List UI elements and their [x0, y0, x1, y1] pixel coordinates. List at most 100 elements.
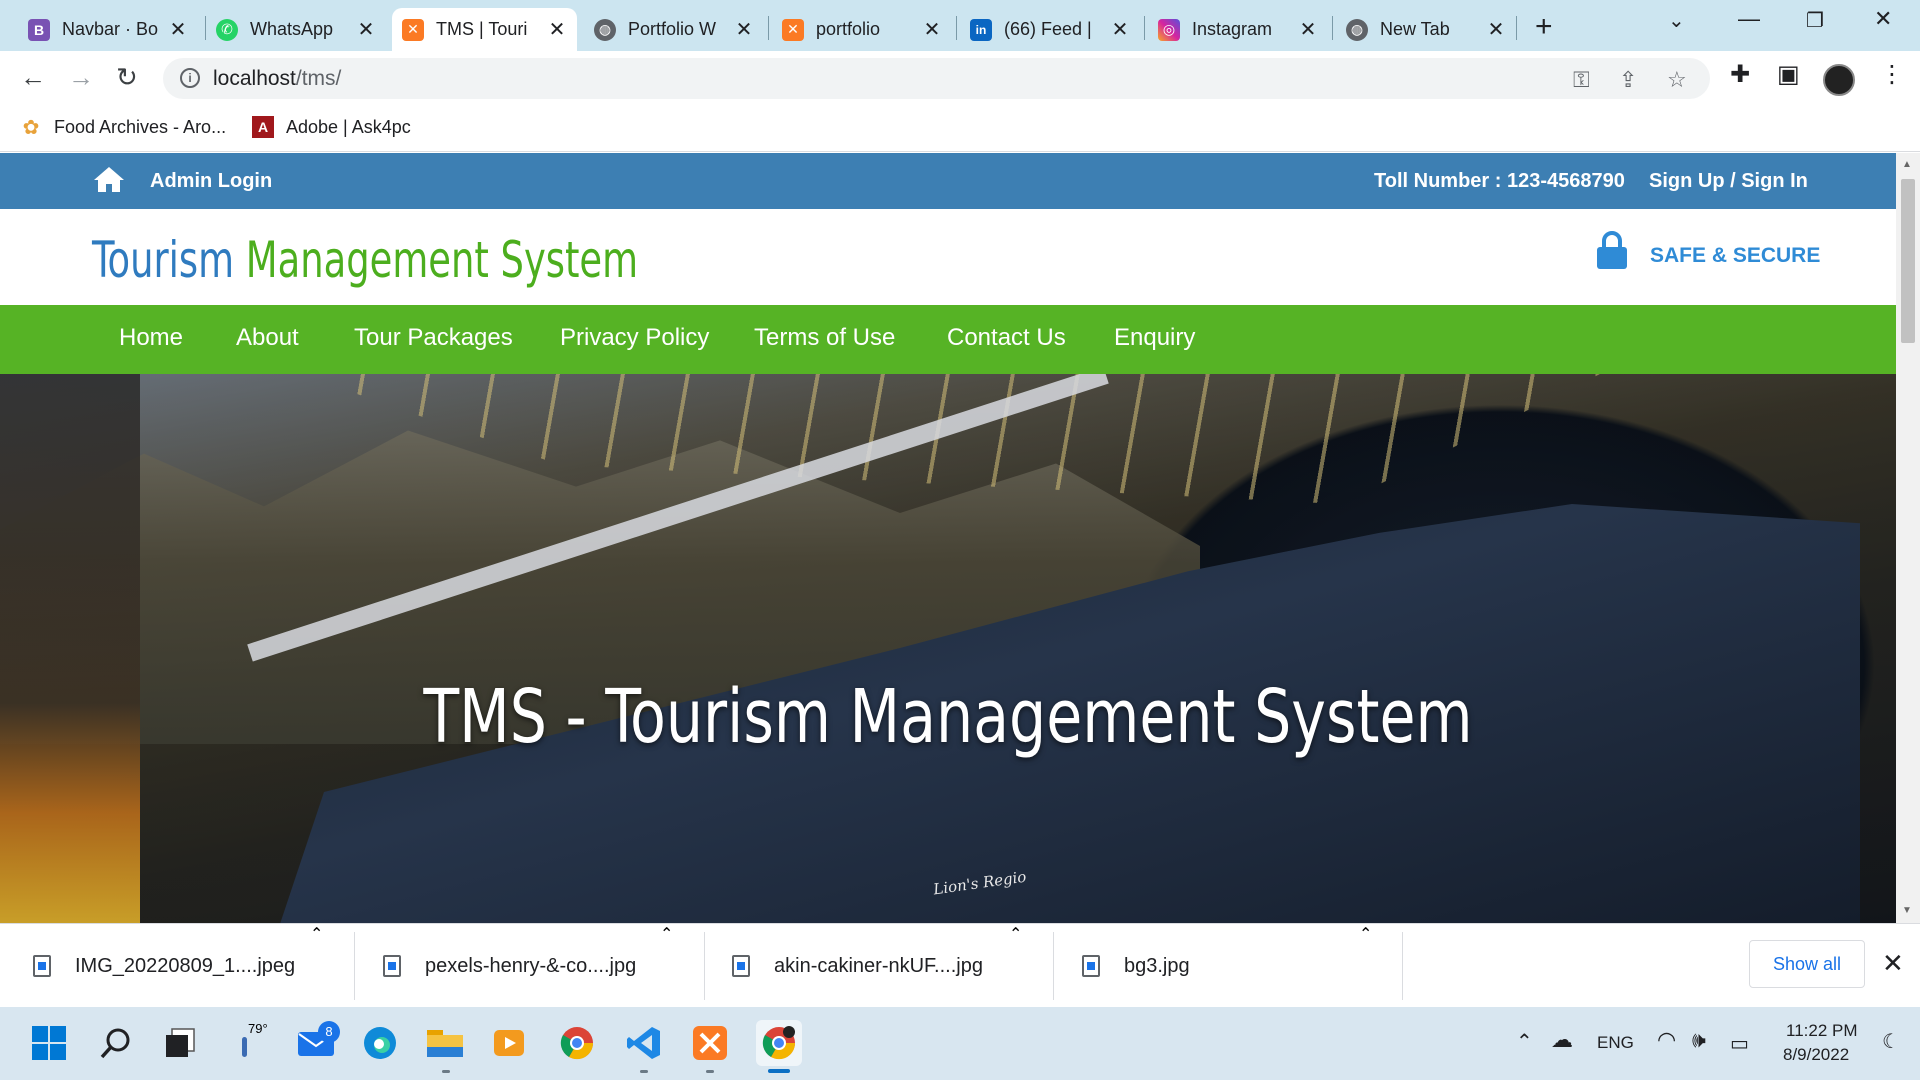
nav-contact-us[interactable]: Contact Us — [947, 324, 1066, 352]
main-nav: Home About Tour Packages Privacy Policy … — [0, 305, 1896, 374]
scroll-thumb[interactable] — [1901, 179, 1915, 343]
bookmark-food-archives[interactable]: ✿ Food Archives - Aro... — [20, 116, 227, 139]
close-tab-icon[interactable]: ✕ — [922, 17, 942, 42]
image-file-icon — [33, 955, 51, 977]
scroll-up-icon[interactable]: ▲ — [1902, 159, 1912, 170]
menu-icon[interactable]: ⋮ — [1880, 60, 1904, 89]
bookmark-adobe[interactable]: A Adobe | Ask4pc — [252, 116, 411, 138]
new-tab-icon[interactable]: + — [1535, 10, 1553, 44]
tab-instagram[interactable]: ◎ Instagram ✕ — [1148, 8, 1328, 51]
chrome-icon: ◍ — [1346, 18, 1368, 41]
clock-time[interactable]: 11:22 PM — [1786, 1021, 1858, 1041]
bootstrap-icon: B — [28, 18, 50, 41]
nav-privacy-policy[interactable]: Privacy Policy — [560, 324, 709, 352]
url-bar[interactable]: i localhost/tms/ ⚿ ⇪ ☆ — [163, 58, 1710, 99]
close-shelf-icon[interactable]: ✕ — [1882, 948, 1904, 979]
url-text[interactable]: localhost/tms/ — [213, 67, 341, 91]
windows-start-icon[interactable] — [29, 1023, 69, 1063]
tab-whatsapp[interactable]: ✆ WhatsApp ✕ — [206, 8, 386, 51]
site-info-icon[interactable]: i — [180, 68, 200, 88]
edge-icon[interactable] — [360, 1023, 400, 1063]
download-item[interactable]: bg3.jpg — [1082, 924, 1190, 1008]
language-indicator[interactable]: ENG — [1597, 1033, 1634, 1053]
forward-icon[interactable]: → — [68, 62, 94, 93]
search-icon[interactable] — [96, 1023, 136, 1063]
side-panel-icon[interactable]: ▣ — [1777, 60, 1800, 89]
linkedin-icon: in — [970, 18, 992, 41]
notifications-icon[interactable]: ☾ — [1882, 1029, 1900, 1054]
clock-date[interactable]: 8/9/2022 — [1783, 1045, 1849, 1065]
close-tab-icon[interactable]: ✕ — [1110, 17, 1130, 42]
restore-icon[interactable]: ❐ — [1806, 8, 1824, 33]
chrome-active-icon[interactable] — [756, 1020, 802, 1066]
bookmarks-bar: ✿ Food Archives - Aro... A Adobe | Ask4p… — [0, 106, 1920, 152]
tab-new-tab[interactable]: ◍ New Tab ✕ — [1336, 8, 1516, 51]
download-item[interactable]: pexels-henry-&-co....jpg — [383, 924, 636, 1008]
vscode-icon[interactable] — [624, 1023, 664, 1063]
running-indicator — [442, 1070, 450, 1073]
volume-icon[interactable]: 🕪 — [1692, 1027, 1706, 1053]
close-tab-icon[interactable]: ✕ — [1486, 17, 1506, 42]
media-player-icon[interactable] — [489, 1023, 529, 1063]
back-icon[interactable]: ← — [20, 62, 46, 93]
chevron-up-icon[interactable]: ⌃ — [660, 924, 673, 944]
download-item[interactable]: akin-cakiner-nkUF....jpg — [732, 924, 983, 1008]
battery-icon[interactable]: ▭ — [1730, 1031, 1749, 1056]
profile-avatar[interactable] — [1823, 64, 1855, 96]
download-shelf: IMG_20220809_1....jpeg ⌃ pexels-henry-&-… — [0, 923, 1920, 1007]
show-hidden-icons[interactable]: ⌃ — [1516, 1029, 1533, 1054]
xampp-icon[interactable] — [690, 1023, 730, 1063]
tab-tms[interactable]: ✕ TMS | Touri ✕ — [392, 8, 577, 51]
tab-portfolio-w[interactable]: ◍ Portfolio W ✕ — [584, 8, 764, 51]
image-file-icon — [732, 955, 750, 977]
chrome-icon[interactable] — [557, 1023, 597, 1063]
extensions-icon[interactable]: ✚ — [1730, 60, 1750, 89]
toll-number: Toll Number : 123-4568790 — [1374, 170, 1625, 192]
safe-secure-label: SAFE & SECURE — [1650, 244, 1821, 267]
chevron-up-icon[interactable]: ⌃ — [310, 924, 323, 944]
tab-linkedin[interactable]: in (66) Feed | ✕ — [960, 8, 1140, 51]
share-icon[interactable]: ⇪ — [1619, 67, 1637, 93]
tab-portfolio[interactable]: ✕ portfolio ✕ — [772, 8, 952, 51]
signup-signin-link[interactable]: Sign Up / Sign In — [1649, 170, 1808, 193]
chevron-up-icon[interactable]: ⌃ — [1359, 924, 1372, 944]
chevron-up-icon[interactable]: ⌃ — [1009, 924, 1022, 944]
nav-enquiry[interactable]: Enquiry — [1114, 324, 1195, 352]
onedrive-icon[interactable]: ☁ — [1551, 1027, 1573, 1053]
nav-terms-of-use[interactable]: Terms of Use — [754, 324, 895, 352]
tab-search-icon[interactable]: ⌄ — [1668, 8, 1685, 33]
tab-label: Portfolio W — [628, 19, 717, 39]
image-file-icon — [1082, 955, 1100, 977]
tab-label: Navbar · Bo — [62, 19, 159, 39]
star-icon[interactable]: ☆ — [1667, 67, 1687, 93]
tab-navbar[interactable]: B Navbar · Bo ✕ — [18, 8, 198, 51]
site-logo[interactable]: Tourism Management System — [92, 231, 638, 289]
tab-label: TMS | Touri — [436, 19, 528, 39]
close-tab-icon[interactable]: ✕ — [1298, 17, 1318, 42]
task-view-icon[interactable] — [160, 1023, 200, 1063]
home-icon[interactable] — [93, 165, 125, 198]
admin-login-link[interactable]: Admin Login — [150, 170, 272, 193]
key-icon[interactable]: ⚿ — [1573, 67, 1590, 93]
running-indicator — [706, 1070, 714, 1073]
bookmark-label: Food Archives - Aro... — [54, 116, 227, 137]
nav-about[interactable]: About — [236, 324, 299, 352]
close-tab-icon[interactable]: ✕ — [356, 17, 376, 42]
close-tab-icon[interactable]: ✕ — [168, 17, 188, 42]
tab-label: (66) Feed | — [1004, 19, 1092, 39]
weather-icon[interactable]: 79° — [226, 1021, 268, 1063]
page-scrollbar[interactable]: ▲ ▼ — [1896, 153, 1920, 923]
file-explorer-icon[interactable] — [425, 1023, 465, 1063]
nav-tour-packages[interactable]: Tour Packages — [354, 324, 513, 352]
minimize-icon[interactable]: — — [1738, 6, 1760, 32]
close-tab-icon[interactable]: ✕ — [547, 17, 567, 42]
scroll-down-icon[interactable]: ▼ — [1902, 905, 1912, 916]
close-tab-icon[interactable]: ✕ — [734, 17, 754, 42]
close-window-icon[interactable]: ✕ — [1874, 6, 1892, 32]
reload-icon[interactable]: ↻ — [116, 62, 138, 93]
download-item[interactable]: IMG_20220809_1....jpeg — [33, 924, 295, 1008]
show-all-button[interactable]: Show all — [1749, 940, 1865, 988]
wifi-icon[interactable]: ◠ — [1657, 1027, 1676, 1053]
instagram-icon: ◎ — [1158, 18, 1180, 41]
nav-home[interactable]: Home — [119, 324, 183, 352]
